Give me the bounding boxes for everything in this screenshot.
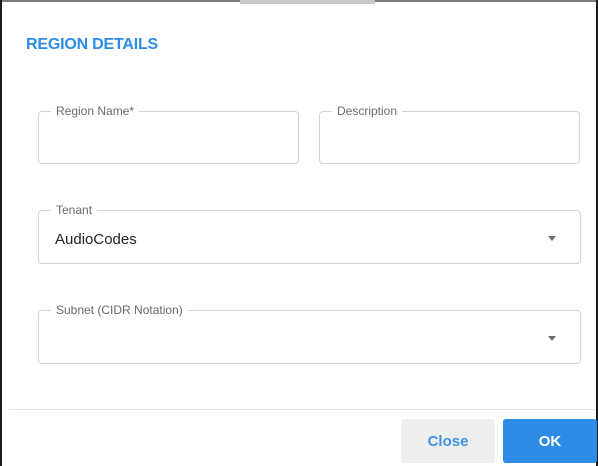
- tenant-select[interactable]: Tenant AudioCodes: [38, 203, 581, 264]
- tenant-value: AudioCodes: [55, 231, 137, 248]
- tenant-label: Tenant: [51, 203, 98, 217]
- subnet-select[interactable]: Subnet (CIDR Notation): [38, 303, 581, 364]
- ok-button[interactable]: OK: [503, 419, 597, 463]
- footer-divider: [10, 409, 596, 410]
- description-label: Description: [332, 104, 403, 118]
- dialog-top-border: [0, 0, 598, 10]
- close-button[interactable]: Close: [401, 419, 495, 463]
- dialog-title: REGION DETAILS: [26, 36, 159, 53]
- description-field[interactable]: Description: [319, 104, 580, 164]
- region-name-field[interactable]: Region Name*: [38, 104, 299, 164]
- chevron-down-icon[interactable]: [548, 236, 556, 241]
- region-name-label: Region Name*: [51, 104, 140, 118]
- chevron-down-icon[interactable]: [548, 336, 556, 341]
- region-details-dialog: REGION DETAILS Region Name* Description …: [0, 0, 598, 466]
- dialog-left-border: [0, 0, 2, 466]
- subnet-label: Subnet (CIDR Notation): [51, 303, 188, 317]
